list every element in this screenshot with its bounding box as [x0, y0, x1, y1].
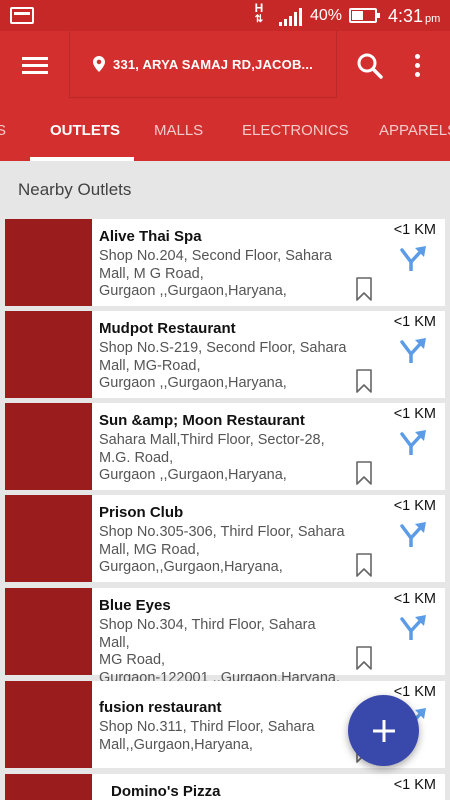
outlet-card[interactable]: Prison Club Shop No.305-306, Third Floor… — [5, 495, 445, 582]
tab-apparels[interactable]: APPARELS — [379, 101, 450, 161]
data-arrows-icon: ⇅ — [254, 14, 264, 25]
tab-previous[interactable]: S — [0, 101, 6, 161]
battery-percent: 40% — [310, 7, 343, 24]
outlet-address: Shop No.S-219, Second Floor, Sahara Mall,… — [99, 340, 347, 391]
more-vertical-icon[interactable] — [415, 54, 421, 78]
directions-icon[interactable] — [399, 429, 429, 455]
battery-icon — [349, 8, 380, 23]
outlet-name: Prison Club — [99, 504, 184, 521]
outlet-card[interactable]: Sun &amp; Moon Restaurant Sahara Mall,Th… — [5, 403, 445, 490]
outlet-thumbnail — [5, 311, 92, 398]
location-selector[interactable]: 331, ARYA SAMAJ RD,JACOB... — [69, 31, 337, 98]
outlet-distance: <1 KM — [393, 314, 436, 330]
directions-icon[interactable] — [399, 337, 429, 363]
plus-icon — [372, 719, 395, 742]
outlet-address: Shop No.204, Second Floor, Sahara Mall, M… — [99, 248, 332, 299]
location-pin-icon — [93, 56, 106, 72]
outlet-distance: <1 KM — [393, 684, 436, 700]
section-title: Nearby Outlets — [18, 180, 132, 199]
bookmark-icon[interactable] — [354, 646, 374, 670]
tab-malls[interactable]: MALLS — [154, 101, 203, 161]
bookmark-icon[interactable] — [354, 369, 374, 393]
status-bar: H ⇅ 40% 4:31 pm — [0, 0, 450, 31]
outlet-thumbnail — [5, 681, 92, 768]
outlet-card[interactable]: Domino's Pizza <1 KM — [5, 774, 445, 800]
add-button[interactable] — [348, 695, 419, 766]
outlet-name: Domino's Pizza — [111, 783, 221, 800]
bookmark-icon[interactable] — [354, 461, 374, 485]
outlet-distance: <1 KM — [393, 406, 436, 422]
active-tab-indicator — [30, 157, 134, 161]
outlet-address: Sahara Mall,Third Floor, Sector-28, M.G. … — [99, 432, 325, 483]
network-type-indicator: H ⇅ — [251, 2, 267, 26]
outlet-distance: <1 KM — [393, 498, 436, 514]
directions-icon[interactable] — [399, 614, 429, 640]
clock: 4:31 pm — [388, 6, 440, 27]
outlet-thumbnail — [5, 403, 92, 490]
outlet-card[interactable]: Alive Thai Spa Shop No.204, Second Floor… — [5, 219, 445, 306]
outlet-thumbnail — [5, 774, 92, 800]
outlet-card[interactable]: Blue Eyes Shop No.304, Third Floor, Saha… — [5, 588, 445, 686]
outlet-thumbnail — [5, 588, 92, 675]
hamburger-menu-icon[interactable] — [22, 57, 48, 75]
tab-outlets[interactable]: OUTLETS — [50, 101, 120, 161]
signal-strength-icon — [279, 8, 302, 26]
category-tabs: S OUTLETS MALLS ELECTRONICS APPARELS — [0, 101, 450, 161]
outlet-name: Blue Eyes — [99, 597, 171, 614]
outlet-thumbnail — [5, 219, 92, 306]
app-toolbar: 331, ARYA SAMAJ RD,JACOB... — [0, 31, 450, 101]
bookmark-icon[interactable] — [354, 553, 374, 577]
location-text: 331, ARYA SAMAJ RD,JACOB... — [113, 56, 313, 72]
outlet-address: Shop No.304, Third Floor, Sahara Mall, MG… — [99, 617, 341, 686]
clock-time: 4:31 — [388, 6, 424, 26]
outlet-address: Shop No.305-306, Third Floor, Sahara Mall… — [99, 524, 345, 575]
tab-electronics[interactable]: ELECTRONICS — [242, 101, 349, 161]
outlet-name: Alive Thai Spa — [99, 228, 202, 245]
outlet-distance: <1 KM — [393, 591, 436, 607]
outlet-name: Sun &amp; Moon Restaurant — [99, 412, 305, 429]
notification-icon — [10, 7, 34, 24]
outlet-card[interactable]: Mudpot Restaurant Shop No.S-219, Second … — [5, 311, 445, 398]
outlet-distance: <1 KM — [393, 777, 436, 793]
outlet-name: Mudpot Restaurant — [99, 320, 236, 337]
bookmark-icon[interactable] — [354, 277, 374, 301]
outlet-name: fusion restaurant — [99, 699, 222, 716]
network-type-label: H — [254, 1, 264, 15]
directions-icon[interactable] — [399, 521, 429, 547]
directions-icon[interactable] — [399, 245, 429, 271]
search-icon[interactable] — [357, 53, 383, 79]
outlet-address: Shop No.311, Third Floor, Sahara Mall,,Gu… — [99, 719, 315, 753]
outlet-thumbnail — [5, 495, 92, 582]
clock-suffix: pm — [425, 13, 441, 25]
outlet-distance: <1 KM — [393, 222, 436, 238]
